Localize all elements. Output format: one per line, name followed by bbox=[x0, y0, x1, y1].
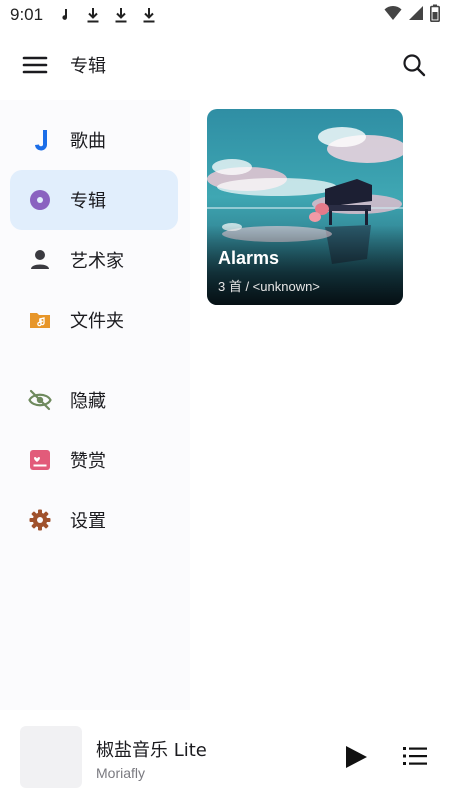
drawer-item-label: 隐藏 bbox=[70, 391, 106, 412]
drawer-item-label: 设置 bbox=[70, 511, 106, 532]
mini-player-artist: Moriafly bbox=[96, 765, 146, 781]
drawer-item-label: 文件夹 bbox=[70, 311, 124, 332]
album-title: Alarms bbox=[218, 248, 280, 268]
album-icon bbox=[28, 188, 52, 212]
drawer-item-label: 赞赏 bbox=[70, 451, 106, 472]
folder-icon bbox=[28, 308, 52, 332]
drawer-item-label: 专辑 bbox=[70, 191, 106, 212]
status-time: 9:01 bbox=[10, 5, 44, 24]
song-icon bbox=[28, 128, 52, 152]
drawer-item-hidden[interactable]: 隐藏 bbox=[10, 370, 178, 430]
drawer-item-albums[interactable]: 专辑 bbox=[10, 170, 178, 230]
queue-icon[interactable] bbox=[402, 744, 428, 768]
drawer-item-songs[interactable]: 歌曲 bbox=[10, 110, 178, 170]
drawer-item-label: 艺术家 bbox=[70, 251, 124, 272]
drawer-item-donate[interactable]: 赞赏 bbox=[10, 430, 178, 490]
donate-icon bbox=[28, 448, 52, 472]
play-icon[interactable] bbox=[343, 744, 369, 770]
mini-player[interactable]: 椒盐音乐 Lite Moriafly bbox=[0, 720, 450, 800]
page-title: 专辑 bbox=[70, 56, 106, 77]
download-icon bbox=[141, 6, 157, 24]
download-icon bbox=[85, 6, 101, 24]
wifi-icon bbox=[384, 5, 402, 26]
drawer-item-settings[interactable]: 设置 bbox=[10, 490, 178, 550]
drawer-item-folders[interactable]: 文件夹 bbox=[10, 290, 178, 350]
mini-player-title: 椒盐音乐 Lite bbox=[96, 740, 207, 761]
album-subtitle: 3 首 / <unknown> bbox=[218, 279, 320, 294]
navigation-drawer: 歌曲 专辑 艺术家 文件夹 隐藏 赞赏 设置 bbox=[0, 100, 190, 710]
drawer-item-label: 歌曲 bbox=[70, 131, 106, 152]
download-icon bbox=[113, 6, 129, 24]
signal-icon bbox=[408, 5, 424, 26]
app-bar: 专辑 bbox=[0, 40, 450, 90]
person-icon bbox=[28, 248, 52, 272]
album-card[interactable]: Alarms 3 首 / <unknown> bbox=[207, 109, 403, 305]
mini-player-cover[interactable] bbox=[20, 726, 82, 788]
battery-icon bbox=[430, 4, 440, 27]
settings-icon bbox=[28, 508, 52, 532]
menu-icon[interactable] bbox=[20, 53, 50, 77]
drawer-item-artists[interactable]: 艺术家 bbox=[10, 230, 178, 290]
music-note-icon bbox=[57, 6, 73, 24]
search-icon[interactable] bbox=[400, 51, 428, 79]
status-bar: 9:01 bbox=[0, 0, 450, 30]
hidden-icon bbox=[28, 388, 52, 412]
